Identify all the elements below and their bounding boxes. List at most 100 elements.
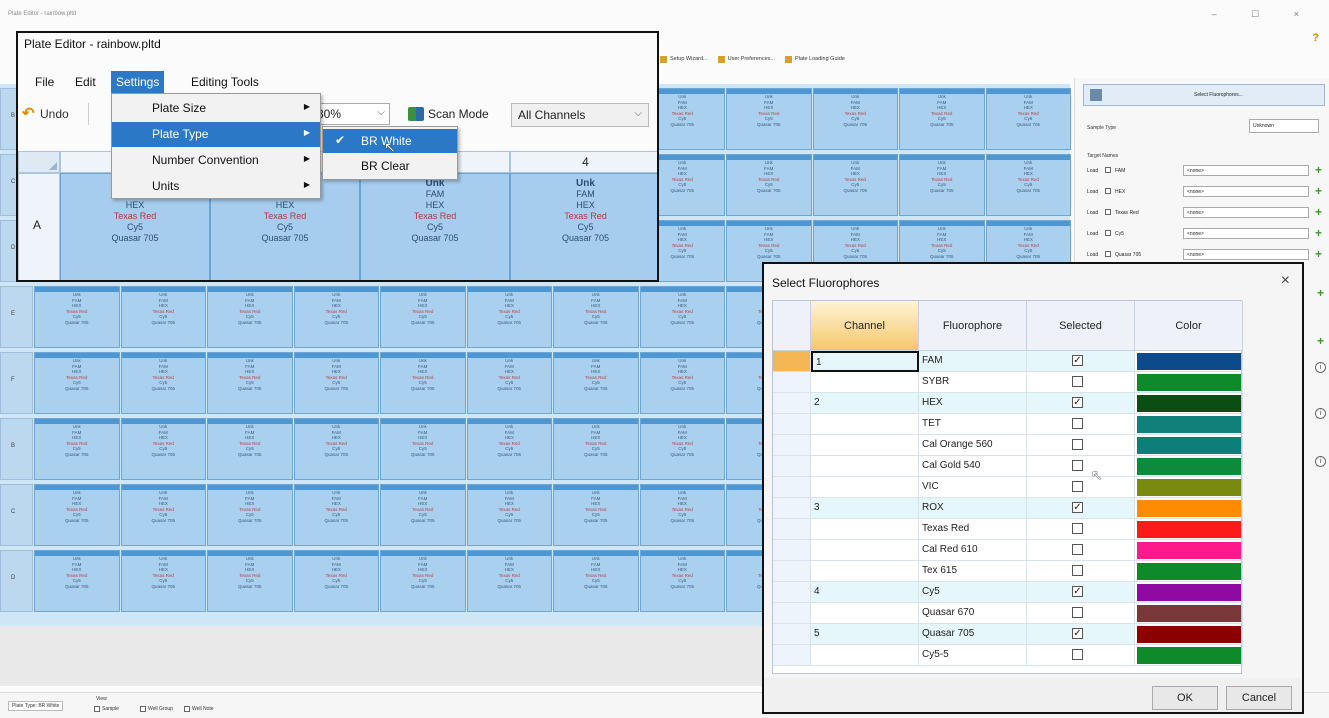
row-header[interactable]: E — [0, 286, 33, 348]
table-row[interactable]: Texas Red — [773, 519, 1243, 540]
selected-checkbox[interactable]: ✓ — [1072, 355, 1083, 366]
column-header-fluorophore[interactable]: Fluorophore — [919, 301, 1027, 351]
plate-well[interactable]: UnkFAMHEXTexas RedCy5Quasar 705 — [207, 286, 293, 348]
selected-checkbox[interactable]: ✓ — [1072, 397, 1083, 408]
channel-cell[interactable] — [811, 645, 919, 666]
color-cell[interactable] — [1135, 582, 1243, 603]
plate-well[interactable]: UnkFAMHEXTexas RedCy5Quasar 705 — [553, 352, 639, 414]
selected-checkbox[interactable]: ✓ — [1072, 502, 1083, 513]
selected-checkbox[interactable] — [1072, 460, 1083, 471]
table-row[interactable]: 4 Cy5 ✓ — [773, 582, 1243, 603]
plate-well[interactable]: UnkFAMHEXTexas RedCy5Quasar 705 — [466, 550, 552, 612]
color-swatch[interactable] — [1137, 458, 1241, 475]
table-row[interactable]: TET — [773, 414, 1243, 435]
table-row[interactable]: Cal Gold 540 — [773, 456, 1243, 477]
plate-well[interactable]: UnkFAMHEXTexas RedCy5Quasar 705 — [293, 352, 379, 414]
plate-well[interactable]: UnkFAMHEXTexas RedCy5Quasar 705 — [34, 550, 120, 612]
view-sample-checkbox[interactable]: Sample — [94, 706, 119, 712]
add-icon[interactable]: + — [1317, 286, 1324, 300]
add-icon[interactable]: + — [1315, 205, 1322, 219]
color-cell[interactable] — [1135, 477, 1243, 498]
menu-item-number-convention[interactable]: Number Convention ▶ — [112, 148, 320, 173]
channel-cell[interactable] — [811, 414, 919, 435]
row-header[interactable] — [773, 477, 811, 498]
selected-checkbox[interactable] — [1072, 418, 1083, 429]
sample-type-select[interactable]: Unknown — [1249, 119, 1319, 133]
plate-loading-guide-button[interactable]: Plate Loading Guide — [785, 55, 845, 63]
target-select[interactable]: <none> — [1183, 207, 1309, 218]
help-icon[interactable]: ? — [1312, 32, 1319, 44]
plate-well[interactable]: UnkFAMHEXTexas RedCy5Quasar 705 — [34, 484, 120, 546]
selected-checkbox[interactable] — [1072, 565, 1083, 576]
table-row[interactable]: SYBR — [773, 372, 1243, 393]
plate-well[interactable]: UnkFAMHEXTexas RedCy5Quasar 705 — [985, 154, 1071, 216]
plate-well[interactable]: UnkFAMHEXTexas RedCy5Quasar 705 — [120, 418, 206, 480]
plate-well[interactable]: UnkFAMHEXTexas RedCy5Quasar 705 — [466, 418, 552, 480]
plate-well[interactable]: UnkFAMHEXTexas RedCy5Quasar 705 — [380, 550, 466, 612]
row-header[interactable]: F — [0, 352, 33, 414]
row-header[interactable] — [773, 498, 811, 519]
plate-well[interactable]: UnkFAMHEXTexas RedCy5Quasar 705 — [207, 484, 293, 546]
undo-button[interactable]: ↶ Undo — [22, 101, 69, 127]
plate-well[interactable]: UnkFAMHEXTexas RedCy5Quasar 705 — [899, 88, 985, 150]
plate-well[interactable]: UnkFAMHEXTexas RedCy5Quasar 705 — [207, 352, 293, 414]
row-header[interactable]: A — [18, 173, 60, 280]
channel-cell[interactable] — [811, 477, 919, 498]
table-row[interactable]: Cy5-5 — [773, 645, 1243, 666]
row-header[interactable] — [773, 435, 811, 456]
selected-checkbox[interactable] — [1072, 544, 1083, 555]
channel-cell[interactable] — [811, 561, 919, 582]
selected-checkbox[interactable] — [1072, 481, 1083, 492]
menu-item-plate-size[interactable]: Plate Size ▶ — [112, 96, 320, 121]
table-row[interactable]: Cal Red 610 — [773, 540, 1243, 561]
channel-cell[interactable] — [811, 456, 919, 477]
row-header[interactable] — [773, 519, 811, 540]
add-icon[interactable]: + — [1315, 226, 1322, 240]
table-row[interactable]: 1 FAM ✓ — [773, 351, 1243, 372]
menu-item-br-clear[interactable]: BR Clear — [323, 154, 457, 178]
row-header[interactable] — [773, 561, 811, 582]
info-icon[interactable]: i — [1315, 456, 1326, 467]
target-checkbox[interactable] — [1105, 209, 1111, 215]
selected-checkbox[interactable] — [1072, 439, 1083, 450]
menu-settings[interactable]: Settings — [111, 71, 165, 93]
row-header[interactable] — [773, 582, 811, 603]
menu-edit[interactable]: Edit — [70, 71, 101, 93]
selected-checkbox[interactable]: ✓ — [1072, 586, 1083, 597]
plate-well[interactable]: UnkFAMHEXTexas RedCy5Quasar 705 — [34, 286, 120, 348]
plate-well[interactable]: UnkFAMHEXTexas RedCy5Quasar 705 — [380, 484, 466, 546]
table-row[interactable]: 3 ROX ✓ — [773, 498, 1243, 519]
plate-well[interactable]: UnkFAMHEXTexas RedCy5Quasar 705 — [985, 88, 1071, 150]
row-header[interactable] — [773, 393, 811, 414]
table-row[interactable]: Quasar 670 — [773, 603, 1243, 624]
color-cell[interactable] — [1135, 561, 1243, 582]
channel-cell[interactable]: 1 — [811, 351, 919, 372]
row-header[interactable] — [773, 414, 811, 435]
plate-well[interactable]: UnkFAMHEXTexas RedCy5Quasar 705 — [207, 418, 293, 480]
window-controls[interactable]: – ☐ × — [1212, 9, 1315, 20]
column-header[interactable]: 4 — [510, 151, 657, 173]
color-swatch[interactable] — [1137, 605, 1241, 622]
column-header-channel[interactable]: Channel — [811, 301, 919, 351]
plate-well[interactable]: UnkFAMHEXTexas RedCy5Quasar 705 — [553, 550, 639, 612]
color-swatch[interactable] — [1137, 647, 1241, 664]
color-cell[interactable] — [1135, 603, 1243, 624]
color-swatch[interactable] — [1137, 353, 1241, 370]
plate-well[interactable]: UnkFAMHEXTexas RedCy5Quasar 705 — [466, 286, 552, 348]
add-icon[interactable]: + — [1315, 163, 1322, 177]
plate-well[interactable]: UnkFAMHEXTexas RedCy5Quasar 705 — [639, 418, 725, 480]
color-swatch[interactable] — [1137, 416, 1241, 433]
row-header[interactable] — [773, 624, 811, 645]
plate-well[interactable]: UnkFAMHEXTexas RedCy5Quasar 705 — [812, 88, 898, 150]
channel-cell[interactable]: 2 — [811, 393, 919, 414]
row-header[interactable]: B — [0, 418, 33, 480]
cancel-button[interactable]: Cancel — [1226, 686, 1292, 710]
table-row[interactable]: Tex 615 — [773, 561, 1243, 582]
plate-well[interactable]: UnkFAMHEXTexas RedCy5Quasar 705 — [639, 286, 725, 348]
plate-well[interactable]: UnkFAMHEXTexas RedCy5Quasar 705 — [207, 550, 293, 612]
color-cell[interactable] — [1135, 372, 1243, 393]
row-header[interactable] — [773, 456, 811, 477]
add-icon[interactable]: + — [1315, 247, 1322, 261]
color-cell[interactable] — [1135, 645, 1243, 666]
plate-well[interactable]: UnkFAMHEXTexas RedCy5Quasar 705 — [120, 484, 206, 546]
